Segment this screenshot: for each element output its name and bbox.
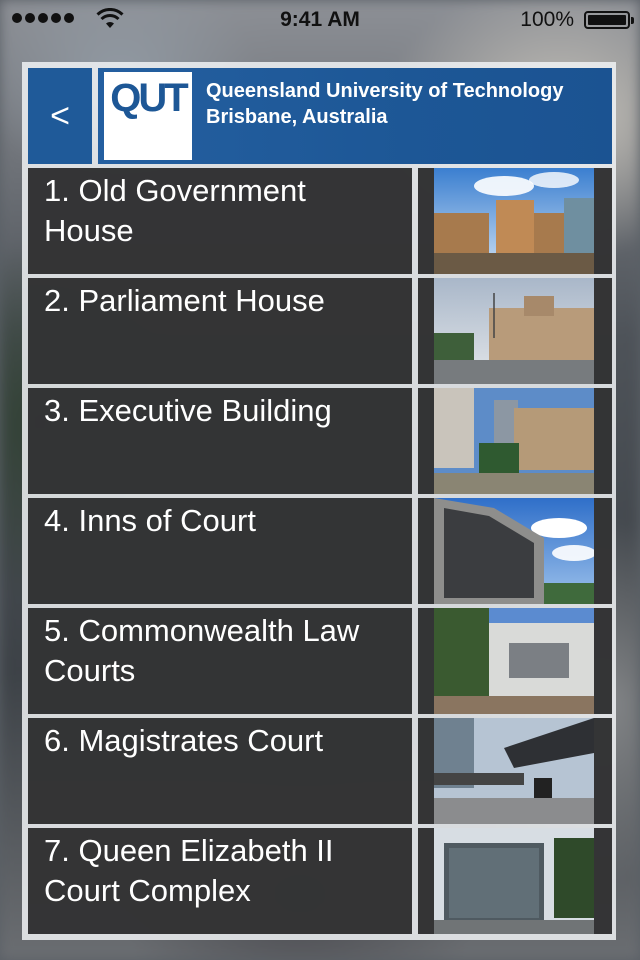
list-item[interactable]: 1. Old Government House: [28, 168, 612, 274]
site-list: 1. Old Government House 2. Parliament Ho…: [28, 168, 612, 938]
qeii-court-complex-photo-icon: [434, 828, 594, 934]
magistrates-court-photo-icon: [434, 718, 594, 824]
list-item[interactable]: 7. Queen Elizabeth II Court Complex: [28, 828, 612, 934]
back-button[interactable]: <: [28, 68, 92, 164]
qut-logo: QUT: [104, 72, 192, 160]
battery-icon: [584, 11, 634, 29]
brand-banner: QUT Queensland University of Technology …: [98, 68, 612, 164]
executive-building-photo-icon: [434, 388, 594, 494]
logo-text: QUT: [110, 76, 188, 120]
site-label: 5. Commonwealth Law Courts: [28, 608, 412, 714]
status-bar: 9:41 AM 100%: [0, 0, 640, 40]
university-location: Brisbane, Australia: [206, 106, 388, 128]
header: < QUT Queensland University of Technolog…: [28, 68, 612, 164]
site-label: 4. Inns of Court: [28, 498, 412, 604]
commonwealth-law-courts-photo-icon: [434, 608, 594, 714]
site-label: 6. Magistrates Court: [28, 718, 412, 824]
site-label: 2. Parliament House: [28, 278, 412, 384]
list-item[interactable]: 3. Executive Building: [28, 388, 612, 494]
old-government-house-photo-icon: [434, 168, 594, 274]
sites-panel: < QUT Queensland University of Technolog…: [22, 62, 616, 940]
parliament-house-photo-icon: [434, 278, 594, 384]
list-item[interactable]: 5. Commonwealth Law Courts: [28, 608, 612, 714]
site-label: 3. Executive Building: [28, 388, 412, 494]
site-label: 1. Old Government House: [28, 168, 412, 274]
university-text: Queensland University of Technology Bris…: [206, 78, 563, 130]
list-item[interactable]: 6. Magistrates Court: [28, 718, 612, 824]
battery-percent: 100%: [520, 8, 574, 31]
site-label: 7. Queen Elizabeth II Court Complex: [28, 828, 412, 934]
inns-of-court-photo-icon: [434, 498, 594, 604]
university-name: Queensland University of Technology: [206, 80, 564, 102]
list-item[interactable]: 4. Inns of Court: [28, 498, 612, 604]
list-item[interactable]: 2. Parliament House: [28, 278, 612, 384]
